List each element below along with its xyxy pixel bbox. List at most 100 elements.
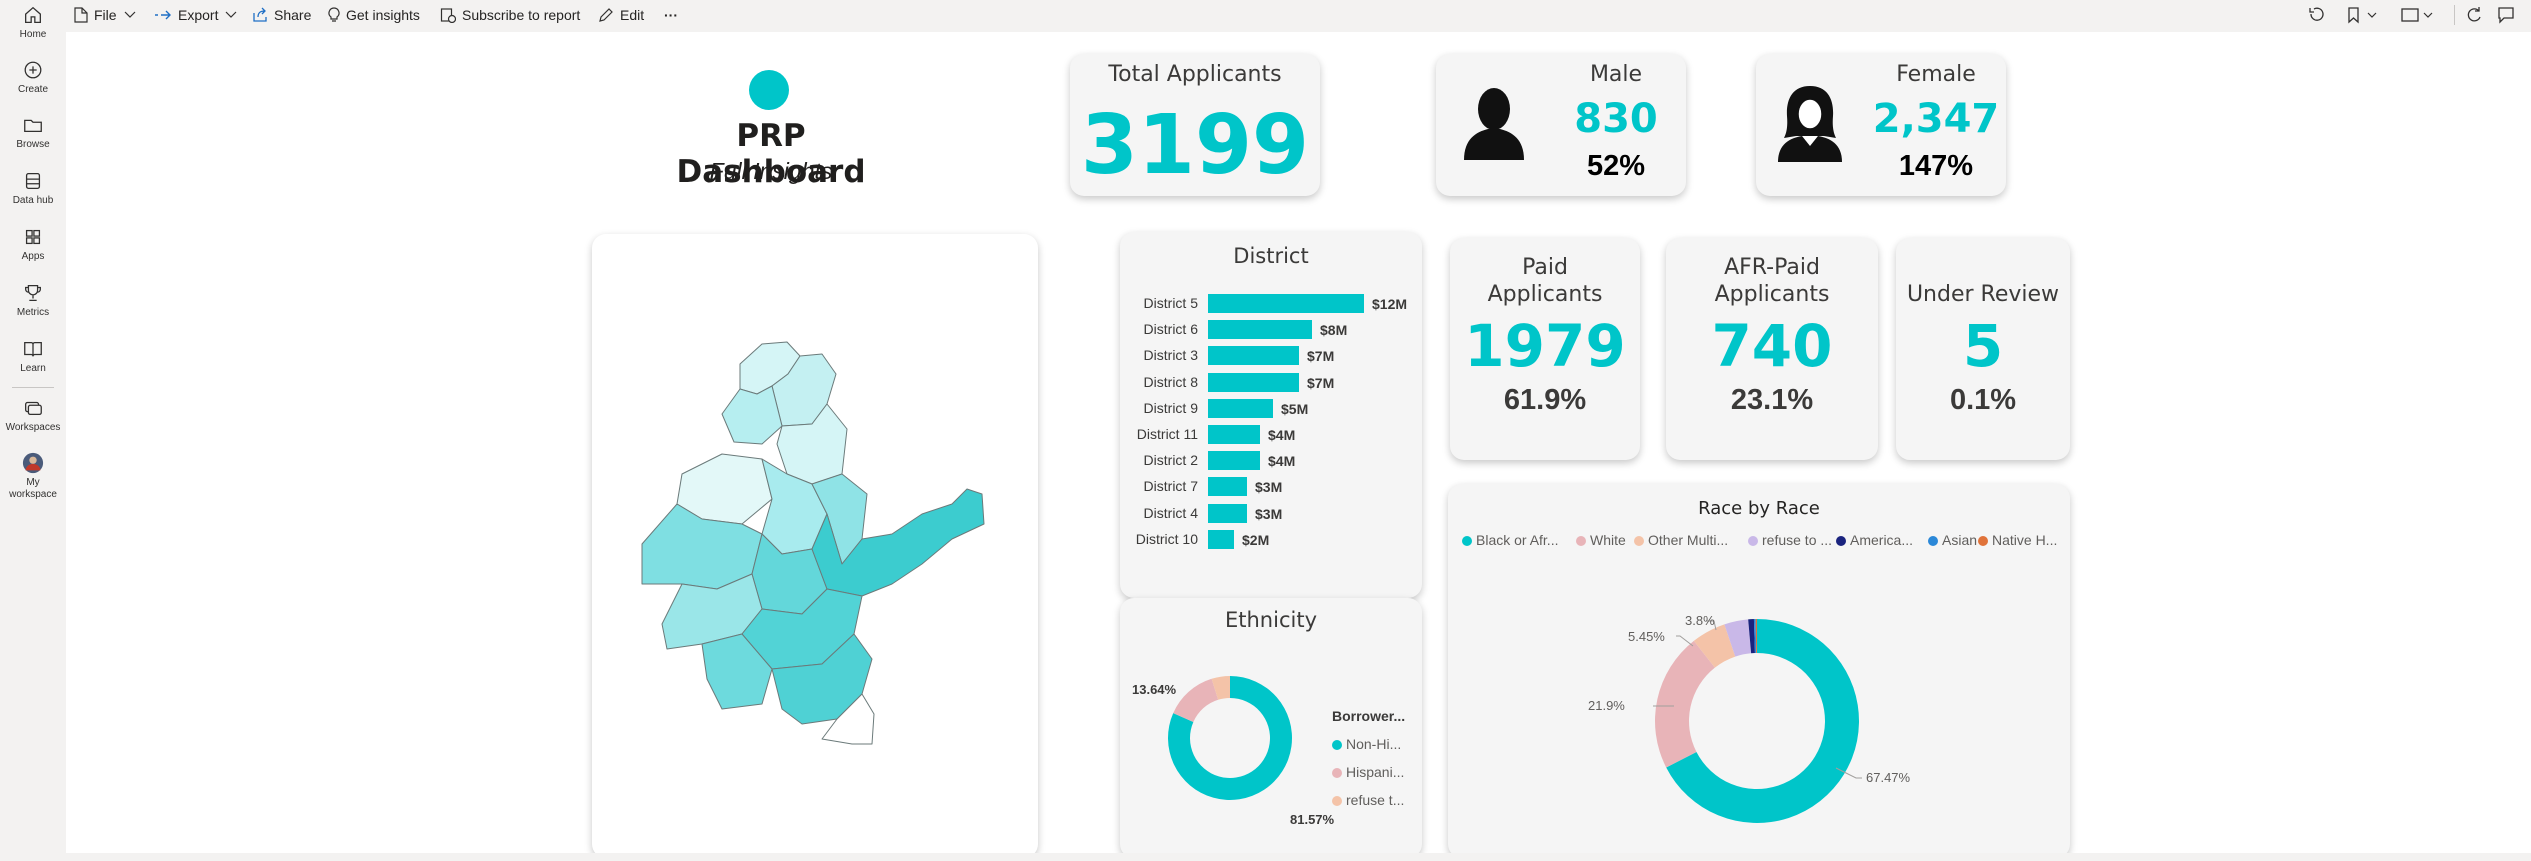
bookmark-icon[interactable] [2346, 5, 2382, 25]
map-district-c [721, 385, 783, 445]
bar-category-label: District 10 [1135, 530, 1198, 547]
nav-my-workspace[interactable]: My workspace [0, 452, 66, 501]
nav-label: Create [17, 84, 48, 95]
nav-learn[interactable]: Learn [0, 338, 66, 375]
race-donut[interactable] [1654, 618, 1860, 824]
district-bar[interactable] [1208, 346, 1299, 366]
district-bar[interactable] [1208, 503, 1247, 523]
under-review-card: Under Review 5 0.1% [1896, 238, 2070, 460]
kpi-percent: 147% [1898, 150, 1974, 182]
get-insights-label: Get insights [346, 7, 420, 23]
subscribe-button[interactable]: Subscribe to report [440, 0, 580, 30]
card-title-line: Applicants [1714, 282, 1830, 307]
legend-label: Other Multi... [1648, 532, 1729, 548]
card-title: Female [1896, 62, 1976, 87]
legend-label: America... [1850, 532, 1914, 548]
card-title: Total Applicants [1108, 62, 1282, 87]
avatar [22, 452, 44, 474]
legend-item[interactable]: White [1576, 532, 1626, 548]
chart-title: Ethnicity [1225, 608, 1317, 632]
female-card: Female 2,347 147% [1756, 54, 2006, 196]
bar-category-label: District 4 [1143, 504, 1198, 521]
district-bar[interactable] [1208, 294, 1364, 313]
nav-divider [12, 387, 54, 388]
legend-item[interactable]: refuse to ... [1748, 532, 1832, 548]
donut-slice[interactable] [1655, 640, 1715, 768]
workspaces-icon [25, 401, 42, 416]
legend-label: Black or Afr... [1476, 532, 1559, 548]
trophy-icon [25, 285, 41, 301]
kpi-percent: 61.9% [1503, 384, 1587, 416]
donut-slice[interactable] [1173, 678, 1219, 722]
nav-metrics[interactable]: Metrics [0, 282, 66, 319]
district-bar[interactable] [1208, 425, 1260, 444]
share-button[interactable]: Share [252, 0, 311, 30]
legend-item[interactable]: America... [1836, 532, 1913, 548]
legend-label: White [1590, 532, 1626, 548]
export-menu[interactable]: Export [154, 0, 243, 30]
nav-create[interactable]: Create [0, 59, 66, 96]
file-label: File [94, 7, 117, 23]
bar-category-label: District 5 [1143, 295, 1198, 311]
share-label: Share [274, 7, 312, 23]
map-card [592, 234, 1038, 858]
nav-label: Home [19, 29, 47, 40]
district-bar[interactable] [1208, 451, 1260, 471]
nav-apps[interactable]: Apps [0, 226, 66, 263]
ethnicity-donut[interactable] [1160, 668, 1300, 808]
legend-item[interactable]: Native H... [1978, 532, 2057, 548]
legend-item[interactable]: Other Multi... [1634, 532, 1728, 548]
refresh-icon[interactable] [2464, 5, 2484, 25]
kpi-value: 740 [1711, 312, 1833, 380]
nav-datahub[interactable]: Data hub [0, 170, 66, 207]
bar-value-label: $3M [1255, 479, 1283, 496]
district-bar[interactable] [1208, 398, 1273, 418]
district-bar[interactable] [1208, 320, 1312, 340]
legend-item[interactable]: Asian [1928, 532, 1977, 548]
nav-workspaces[interactable]: Workspaces [0, 397, 66, 434]
paid-applicants-card: Paid Applicants 1979 61.9% [1450, 238, 1640, 460]
nav-home[interactable]: Home [0, 4, 66, 41]
edit-button[interactable]: Edit [598, 0, 644, 30]
legend-item[interactable]: refuse t... [1332, 792, 1404, 808]
district-bar[interactable] [1208, 529, 1234, 549]
view-icon[interactable] [2400, 5, 2440, 25]
legend-swatch [1576, 536, 1586, 546]
legend-swatch [1462, 536, 1472, 546]
more-options-button[interactable]: ··· [664, 0, 678, 30]
get-insights-button[interactable]: Get insights [328, 0, 420, 30]
bar-value-label: $3M [1255, 505, 1283, 522]
card-title: AFR-Paid Applicants [1666, 254, 1878, 308]
bar-category-label: District 11 [1136, 426, 1198, 442]
pencil-icon [599, 8, 613, 22]
chart-title: Race by Race [1698, 498, 1820, 519]
legend-swatch [1748, 536, 1758, 546]
legend-item[interactable]: Black or Afr... [1462, 532, 1558, 548]
data-label: 67.47% [1866, 770, 1911, 785]
nav-label: My [26, 477, 40, 488]
report-toolbar: File Export Share Get insights Subscribe… [66, 0, 2531, 32]
district-bar[interactable] [1208, 477, 1247, 497]
bar-category-label: District 6 [1143, 321, 1198, 338]
kpi-percent: 23.1% [1730, 384, 1814, 416]
chevron-down-icon [124, 11, 135, 18]
export-label: Export [178, 7, 219, 23]
card-title-line: Applicants [1487, 282, 1603, 307]
chevron-down-icon [226, 11, 237, 18]
file-menu[interactable]: File [74, 0, 142, 30]
legend-item[interactable]: Hispani... [1332, 764, 1404, 780]
legend-swatch [1978, 536, 1988, 546]
data-label: 21.9% [1588, 698, 1625, 713]
logo-dot [749, 70, 789, 110]
legend-item[interactable]: Non-Hi... [1332, 736, 1401, 752]
total-applicants-card: Total Applicants 3199 [1070, 54, 1320, 196]
kpi-percent: 52% [1586, 150, 1646, 182]
district-bar[interactable] [1208, 372, 1299, 392]
comment-icon[interactable] [2496, 5, 2516, 25]
bar-category-label: District 2 [1143, 452, 1198, 469]
card-title-line: Paid [1522, 255, 1568, 280]
nav-browse[interactable]: Browse [0, 114, 66, 151]
reset-icon[interactable] [2306, 5, 2326, 25]
district-map[interactable] [622, 334, 1002, 754]
bar-category-label: District 7 [1143, 478, 1198, 495]
